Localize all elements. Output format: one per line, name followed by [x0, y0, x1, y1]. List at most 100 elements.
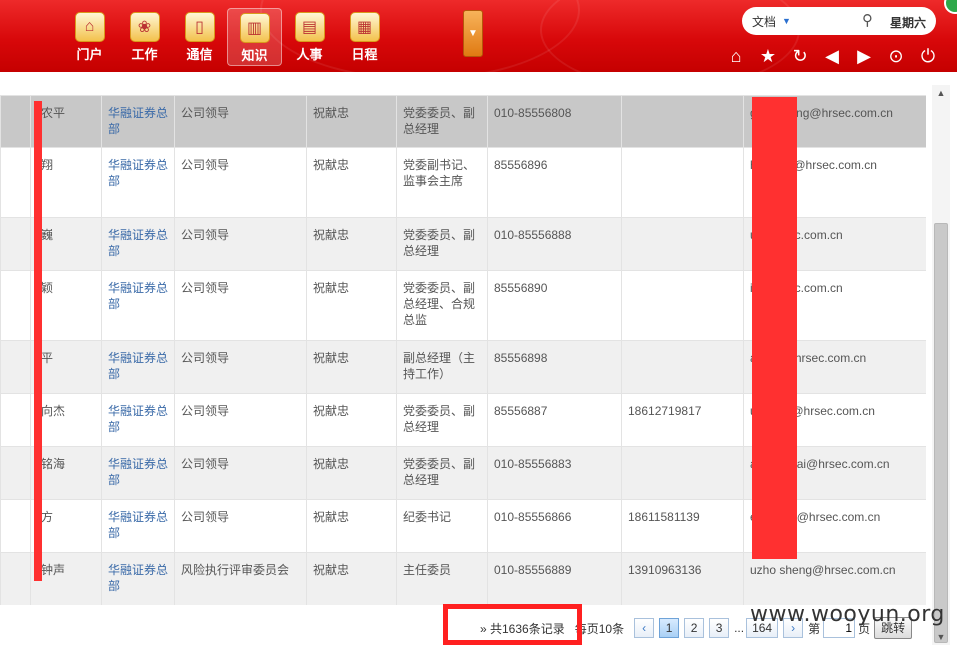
- main-nav: ⌂ 门户 ❀ 工作 ▯ 通信 ▥ 知识 ▤ 人事 ▦ 日程: [62, 8, 392, 66]
- menu-icon[interactable]: ⊙: [880, 44, 912, 68]
- power-icon[interactable]: ⏻: [912, 44, 944, 68]
- nav-label: 人事: [296, 47, 323, 62]
- nav-item-knowledge[interactable]: ▥ 知识: [227, 8, 282, 66]
- chevron-left-icon: ‹: [642, 621, 647, 635]
- row-gutter-cell: [0, 499, 31, 553]
- cell-leader: 祝献忠: [306, 270, 397, 341]
- cell-title: 副总经理（主持工作）: [396, 340, 488, 394]
- cell-phone: 010-85556866: [487, 499, 622, 553]
- cell-mobile: 13910963136: [621, 552, 744, 605]
- phone-icon: ▯: [184, 12, 215, 42]
- cell-title: 党委委员、副总经理、合规总监: [396, 270, 488, 341]
- cell-leader: 祝献忠: [306, 95, 397, 148]
- cell-company: 华融证券总部: [101, 340, 175, 394]
- cell-dept: 公司领导: [174, 217, 307, 271]
- forward-icon[interactable]: ▶: [848, 44, 880, 68]
- cell-phone: 85556896: [487, 147, 622, 218]
- row-gutter-cell: [0, 340, 31, 394]
- cell-phone: 85556898: [487, 340, 622, 394]
- cell-company: 华融证券总部: [101, 217, 175, 271]
- row-gutter-cell: [0, 552, 31, 605]
- cell-phone: 010-85556808: [487, 95, 622, 148]
- row-gutter-cell: [0, 95, 31, 148]
- nav-item-hr[interactable]: ▤ 人事: [282, 8, 337, 66]
- toolbar: ⌂ ★ ↻ ◀ ▶ ⊙ ⏻: [720, 44, 944, 68]
- per-page-label: 每页10条: [574, 621, 625, 636]
- cell-mobile: [621, 340, 744, 394]
- cell-phone: 85556890: [487, 270, 622, 341]
- cell-title: 党委委员、副总经理: [396, 446, 488, 500]
- cell-phone: 010-85556888: [487, 217, 622, 271]
- scrollbar-thumb[interactable]: [934, 223, 948, 643]
- cell-dept: 公司领导: [174, 446, 307, 500]
- cell-company: 华融证券总部: [101, 147, 175, 218]
- caret-down-icon[interactable]: ▼: [782, 16, 791, 26]
- cell-leader: 祝献忠: [306, 446, 397, 500]
- table-row[interactable]: 钟声 华融证券总部 风险执行评审委员会 祝献忠 主任委员 010-85556889 1391…: [0, 552, 926, 605]
- calendar-icon: ▦: [349, 12, 380, 42]
- cell-company: 华融证券总部: [101, 95, 175, 148]
- search-box[interactable]: 文档 ▼ ⚲ 星期六: [742, 7, 936, 35]
- cell-dept: 公司领导: [174, 340, 307, 394]
- refresh-icon[interactable]: ↻: [784, 44, 816, 68]
- nav-item-portal[interactable]: ⌂ 门户: [62, 8, 117, 66]
- page-button-3[interactable]: 3: [709, 618, 730, 638]
- cell-mobile: [621, 217, 744, 271]
- cell-title: 党委委员、副总经理: [396, 393, 488, 447]
- cell-company: 华融证券总部: [101, 270, 175, 341]
- weekday-label: 星期六: [890, 16, 927, 30]
- nav-item-work[interactable]: ❀ 工作: [117, 8, 172, 66]
- back-icon[interactable]: ◀: [816, 44, 848, 68]
- search-icon[interactable]: ⚲: [862, 11, 873, 29]
- nav-item-schedule[interactable]: ▦ 日程: [337, 8, 392, 66]
- cell-title: 党委委员、副总经理: [396, 95, 488, 148]
- page-ellipsis: ...: [734, 621, 745, 635]
- nav-label: 工作: [131, 47, 158, 62]
- watermark: www.wooyun.org: [750, 602, 945, 627]
- nav-more-button[interactable]: ▼: [463, 10, 483, 57]
- status-dot: [944, 0, 957, 14]
- prev-page-button[interactable]: ‹: [634, 618, 655, 638]
- search-type-select[interactable]: 文档: [752, 13, 776, 30]
- redaction-box: [443, 604, 582, 645]
- cell-title: 党委副书记、监事会主席: [396, 147, 488, 218]
- page-button-1[interactable]: 1: [659, 618, 680, 638]
- cell-leader: 祝献忠: [306, 340, 397, 394]
- caret-down-icon: ▼: [468, 28, 478, 39]
- page-button-2[interactable]: 2: [684, 618, 705, 638]
- vertical-scrollbar[interactable]: ▲ ▼: [932, 85, 950, 645]
- book-icon: ▥: [239, 13, 270, 43]
- home-icon: ⌂: [74, 12, 105, 42]
- nav-label: 知识: [241, 48, 268, 63]
- cell-dept: 公司领导: [174, 147, 307, 218]
- cell-leader: 祝献忠: [306, 499, 397, 553]
- cell-mobile: [621, 270, 744, 341]
- nav-item-communication[interactable]: ▯ 通信: [172, 8, 227, 66]
- nav-label: 门户: [76, 47, 103, 62]
- cell-mobile: [621, 95, 744, 148]
- scroll-up-icon[interactable]: ▲: [932, 85, 950, 101]
- cell-company: 华融证券总部: [101, 552, 175, 605]
- star-icon[interactable]: ★: [752, 44, 784, 68]
- row-gutter-cell: [0, 393, 31, 447]
- cell-title: 党委委员、副总经理: [396, 217, 488, 271]
- nav-label: 通信: [186, 47, 213, 62]
- cell-email: uzho sheng@hrsec.com.cn: [743, 552, 926, 605]
- cell-leader: 祝献忠: [306, 552, 397, 605]
- cell-leader: 祝献忠: [306, 147, 397, 218]
- cell-dept: 公司领导: [174, 270, 307, 341]
- cell-dept: 公司领导: [174, 499, 307, 553]
- cell-title: 纪委书记: [396, 499, 488, 553]
- redaction-bar: [34, 101, 42, 581]
- cell-phone: 010-85556889: [487, 552, 622, 605]
- row-gutter-cell: [0, 147, 31, 218]
- cell-leader: 祝献忠: [306, 217, 397, 271]
- row-gutter-cell: [0, 217, 31, 271]
- home-icon[interactable]: ⌂: [720, 44, 752, 68]
- cell-mobile: [621, 446, 744, 500]
- cell-dept: 公司领导: [174, 95, 307, 148]
- cell-dept: 风险执行评审委员会: [174, 552, 307, 605]
- cell-company: 华融证券总部: [101, 393, 175, 447]
- cell-company: 华融证券总部: [101, 499, 175, 553]
- scroll-down-icon[interactable]: ▼: [932, 629, 950, 645]
